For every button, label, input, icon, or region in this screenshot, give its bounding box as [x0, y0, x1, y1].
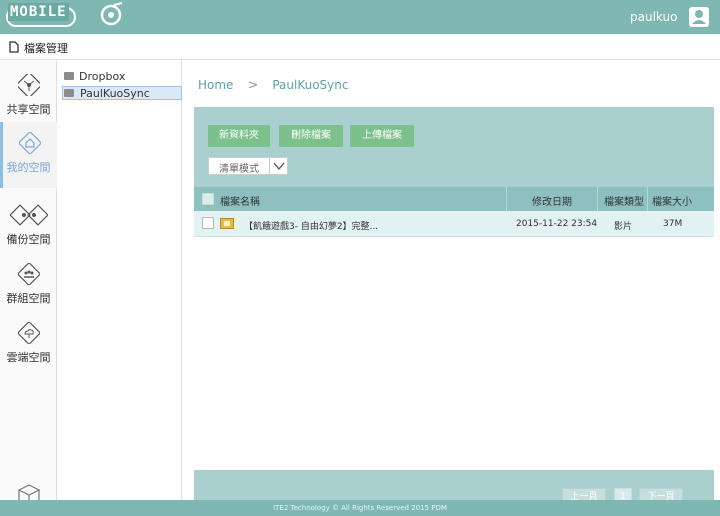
- row-checkbox[interactable]: [202, 217, 214, 229]
- breadcrumb-current[interactable]: PaulKuoSync: [272, 78, 348, 92]
- tree-item-paulkuosync[interactable]: PaulKuoSync: [62, 86, 182, 100]
- nav-item-my-space[interactable]: 我的空間: [0, 122, 57, 188]
- column-divider: [506, 187, 507, 211]
- breadcrumb-separator: >: [247, 78, 259, 93]
- nav-label: 備份空間: [6, 233, 51, 246]
- new-folder-button[interactable]: 新資料夾: [208, 125, 270, 147]
- logo-face-icon: [100, 2, 123, 26]
- col-header-size[interactable]: 檔案大小: [652, 193, 692, 208]
- sub-header: 檔案管理: [0, 34, 720, 60]
- footer: ITE2 Technology © All Rights Reserved 20…: [0, 500, 720, 516]
- upload-file-button[interactable]: 上傳檔案: [350, 125, 414, 147]
- col-header-modified[interactable]: 修改日期: [532, 193, 572, 208]
- view-mode-select[interactable]: 清單模式: [208, 157, 288, 175]
- folder-icon: [64, 89, 74, 97]
- video-file-icon: [220, 218, 234, 229]
- col-header-name[interactable]: 檔案名稱: [220, 193, 260, 208]
- col-header-type[interactable]: 檔案類型: [604, 193, 644, 208]
- view-mode-label: 清單模式: [219, 164, 259, 175]
- nav-label: 雲端空間: [6, 351, 51, 364]
- group-icon: [18, 263, 40, 285]
- nav-label: 共享空間: [6, 103, 51, 116]
- document-icon: [9, 41, 19, 53]
- column-divider: [647, 187, 648, 211]
- column-divider: [597, 187, 598, 211]
- cloud-icon: [18, 322, 40, 344]
- file-name[interactable]: 【飢餓遊戲3- 自由幻夢2】完整...: [244, 219, 378, 232]
- left-nav: 共享空間 我的空間 備份空間 群組空間 雲端空間: [0, 60, 57, 508]
- table-row[interactable]: 【飢餓遊戲3- 自由幻夢2】完整... 2015-11-22 23:54 影片 …: [194, 211, 714, 237]
- shared-network-icon: [18, 74, 40, 96]
- logo-text: MOBILE: [8, 3, 69, 21]
- chevron-down-icon: [273, 162, 285, 171]
- user-icon[interactable]: [689, 7, 709, 27]
- nav-item-backup-space[interactable]: 備份空間: [0, 194, 57, 252]
- folder-tree: Dropbox PaulKuoSync: [57, 60, 182, 508]
- select-all-checkbox[interactable]: [202, 193, 214, 205]
- main-content: Home > PaulKuoSync 新資料夾 刪除檔案 上傳檔案 清單模式 檔案名…: [183, 60, 720, 508]
- backup-icon: [10, 204, 48, 226]
- tree-item-dropbox[interactable]: Dropbox: [62, 70, 182, 84]
- file-panel: 新資料夾 刪除檔案 上傳檔案 清單模式 檔案名稱 修改日期 檔案類型 檔案大小: [194, 107, 714, 508]
- nav-item-group-space[interactable]: 群組空間: [0, 253, 57, 311]
- home-icon: [19, 132, 41, 154]
- file-size: 37M: [663, 219, 683, 229]
- tree-item-label: Dropbox: [79, 70, 126, 83]
- page-title: 檔案管理: [24, 42, 68, 55]
- top-bar: MOBILE paulkuo: [0, 0, 720, 34]
- file-table: 檔案名稱 修改日期 檔案類型 檔案大小 【飢餓遊戲3- 自由幻夢2】完整... …: [194, 187, 714, 470]
- table-header: 檔案名稱 修改日期 檔案類型 檔案大小: [194, 187, 714, 211]
- select-divider: [269, 158, 270, 174]
- nav-item-cloud-space[interactable]: 雲端空間: [0, 312, 57, 370]
- breadcrumb-home[interactable]: Home: [198, 78, 233, 92]
- delete-file-button[interactable]: 刪除檔案: [279, 125, 343, 147]
- tree-item-label: PaulKuoSync: [80, 87, 150, 100]
- nav-label: 群組空間: [6, 292, 51, 305]
- username[interactable]: paulkuo: [630, 10, 677, 24]
- file-type: 影片: [614, 222, 633, 232]
- file-modified: 2015-11-22 23:54: [516, 219, 598, 229]
- breadcrumb: Home > PaulKuoSync: [198, 78, 348, 93]
- nav-label: 我的空間: [6, 161, 51, 174]
- folder-icon: [64, 72, 74, 80]
- nav-item-shared-space[interactable]: 共享空間: [0, 64, 57, 122]
